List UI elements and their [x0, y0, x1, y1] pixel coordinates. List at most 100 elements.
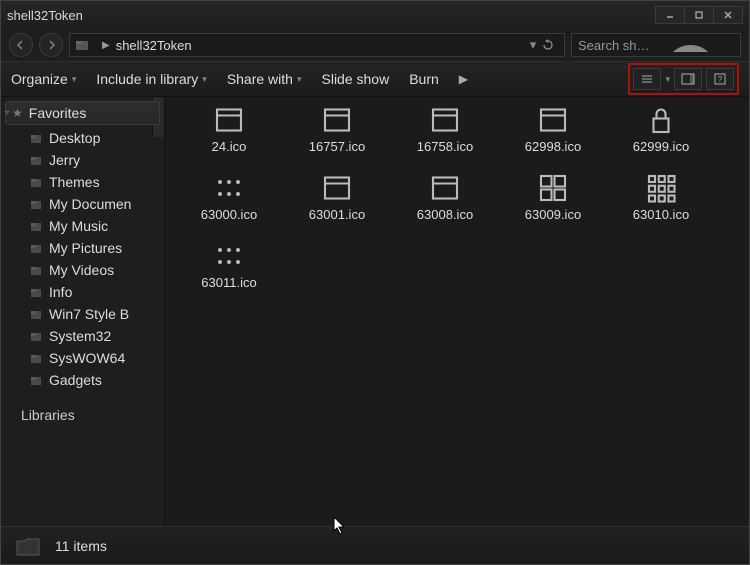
file-item[interactable]: 62999.ico: [607, 105, 715, 167]
search-box[interactable]: Search shell32To...: [571, 33, 741, 57]
file-name: 63010.ico: [633, 207, 689, 222]
file-thumbnail-icon: [211, 173, 247, 203]
chevron-down-icon: ▾: [297, 74, 302, 85]
sidebar-item[interactable]: Gadgets: [1, 369, 164, 391]
sidebar-item-label: Jerry: [49, 152, 80, 168]
preview-pane-button[interactable]: [674, 68, 702, 90]
folder-icon: [29, 351, 43, 365]
help-button[interactable]: ?: [706, 68, 734, 90]
folder-icon: [29, 219, 43, 233]
sidebar-item[interactable]: Desktop: [1, 127, 164, 149]
file-thumbnail-icon: [643, 105, 679, 135]
organize-menu[interactable]: Organize▾: [11, 71, 76, 87]
body-split: ▿ ★ Favorites Desktop Jerry Themes My Docum…: [1, 97, 749, 526]
sidebar-item[interactable]: Win7 Style B: [1, 303, 164, 325]
file-name: 63000.ico: [201, 207, 257, 222]
file-name: 63011.ico: [201, 275, 256, 290]
sidebar-item[interactable]: My Documen: [1, 193, 164, 215]
file-item[interactable]: 16758.ico: [391, 105, 499, 167]
folder-icon: [29, 307, 43, 321]
sidebar-item[interactable]: My Videos: [1, 259, 164, 281]
file-name: 63001.ico: [309, 207, 365, 222]
sidebar-item[interactable]: Themes: [1, 171, 164, 193]
address-dropdown-icon[interactable]: ▾: [524, 37, 542, 53]
sidebar-item[interactable]: My Music: [1, 215, 164, 237]
address-bar[interactable]: ▶ shell32Token ▾: [69, 33, 565, 57]
file-name: 16757.ico: [309, 139, 365, 154]
star-icon: ★: [12, 106, 23, 120]
folder-icon: [29, 285, 43, 299]
overflow-icon[interactable]: ▶: [459, 72, 468, 86]
file-thumbnail-icon: [643, 173, 679, 203]
burn-button[interactable]: Burn: [409, 71, 439, 87]
search-placeholder: Search shell32To...: [578, 38, 654, 53]
file-item[interactable]: 24.ico: [175, 105, 283, 167]
file-item[interactable]: 16757.ico: [283, 105, 391, 167]
expand-icon[interactable]: ▿: [5, 108, 9, 117]
sidebar-item[interactable]: SysWOW64: [1, 347, 164, 369]
folder-icon: [29, 263, 43, 277]
file-name: 63009.ico: [525, 207, 581, 222]
chevron-down-icon[interactable]: ▾: [665, 74, 670, 85]
sidebar-item-label: Desktop: [49, 130, 100, 146]
sidebar-item[interactable]: My Pictures: [1, 237, 164, 259]
file-item[interactable]: 63001.ico: [283, 173, 391, 235]
sidebar-item-label: Gadgets: [49, 372, 102, 388]
sidebar-item-label: System32: [49, 328, 111, 344]
libraries-group[interactable]: Libraries: [1, 401, 164, 426]
sidebar-item[interactable]: System32: [1, 325, 164, 347]
view-mode-button[interactable]: [633, 68, 661, 90]
file-item[interactable]: 63000.ico: [175, 173, 283, 235]
slideshow-button[interactable]: Slide show: [322, 71, 390, 87]
file-thumbnail-icon: [535, 105, 571, 135]
folder-icon: [29, 329, 43, 343]
refresh-icon[interactable]: [542, 39, 560, 51]
folder-icon: [29, 241, 43, 255]
file-name: 62999.ico: [633, 139, 689, 154]
file-name: 62998.ico: [525, 139, 581, 154]
folder-icon: [29, 197, 43, 211]
file-thumbnail-icon: [427, 173, 463, 203]
window-title: shell32Token: [7, 8, 656, 23]
explorer-window: shell32Token ▶ shell32Token: [0, 0, 750, 565]
chevron-right-icon: ▶: [102, 40, 110, 51]
folder-icon: [29, 175, 43, 189]
window-buttons: [656, 6, 743, 24]
sidebar-item[interactable]: Info: [1, 281, 164, 303]
minimize-button[interactable]: [655, 6, 685, 24]
folder-icon: [29, 153, 43, 167]
favorites-group[interactable]: ★ Favorites: [5, 101, 160, 125]
item-count: 11 items: [55, 538, 107, 554]
file-name: 16758.ico: [417, 139, 473, 154]
include-in-library-menu[interactable]: Include in library▾: [96, 71, 206, 87]
share-with-menu[interactable]: Share with▾: [227, 71, 302, 87]
sidebar-item-label: My Documen: [49, 196, 131, 212]
file-thumbnail-icon: [211, 241, 247, 271]
svg-text:?: ?: [718, 75, 723, 84]
sidebar-item-label: Win7 Style B: [49, 306, 129, 322]
chevron-down-icon: ▾: [72, 74, 77, 85]
file-thumbnail-icon: [319, 105, 355, 135]
navigation-pane: ▿ ★ Favorites Desktop Jerry Themes My Docum…: [1, 97, 165, 526]
file-item[interactable]: 62998.ico: [499, 105, 607, 167]
sidebar-item-label: My Music: [49, 218, 108, 234]
file-item[interactable]: 63008.ico: [391, 173, 499, 235]
file-thumbnail-icon: [535, 173, 571, 203]
sidebar-item[interactable]: Jerry: [1, 149, 164, 171]
file-item[interactable]: 63011.ico: [175, 241, 283, 303]
close-button[interactable]: [713, 6, 743, 24]
file-list[interactable]: 24.ico 16757.ico 16758.ico 62998.ico 62999.i…: [165, 97, 749, 526]
file-item[interactable]: 63010.ico: [607, 173, 715, 235]
forward-button[interactable]: [39, 33, 63, 57]
sidebar-item-label: Info: [49, 284, 72, 300]
file-item[interactable]: 63009.ico: [499, 173, 607, 235]
maximize-button[interactable]: [684, 6, 714, 24]
status-bar: 11 items: [1, 526, 749, 564]
sidebar-item-label: SysWOW64: [49, 350, 125, 366]
file-thumbnail-icon: [319, 173, 355, 203]
folder-icon: [29, 373, 43, 387]
file-thumbnail-icon: [427, 105, 463, 135]
search-icon: [658, 38, 734, 52]
back-button[interactable]: [9, 33, 33, 57]
file-name: 24.ico: [212, 139, 247, 154]
